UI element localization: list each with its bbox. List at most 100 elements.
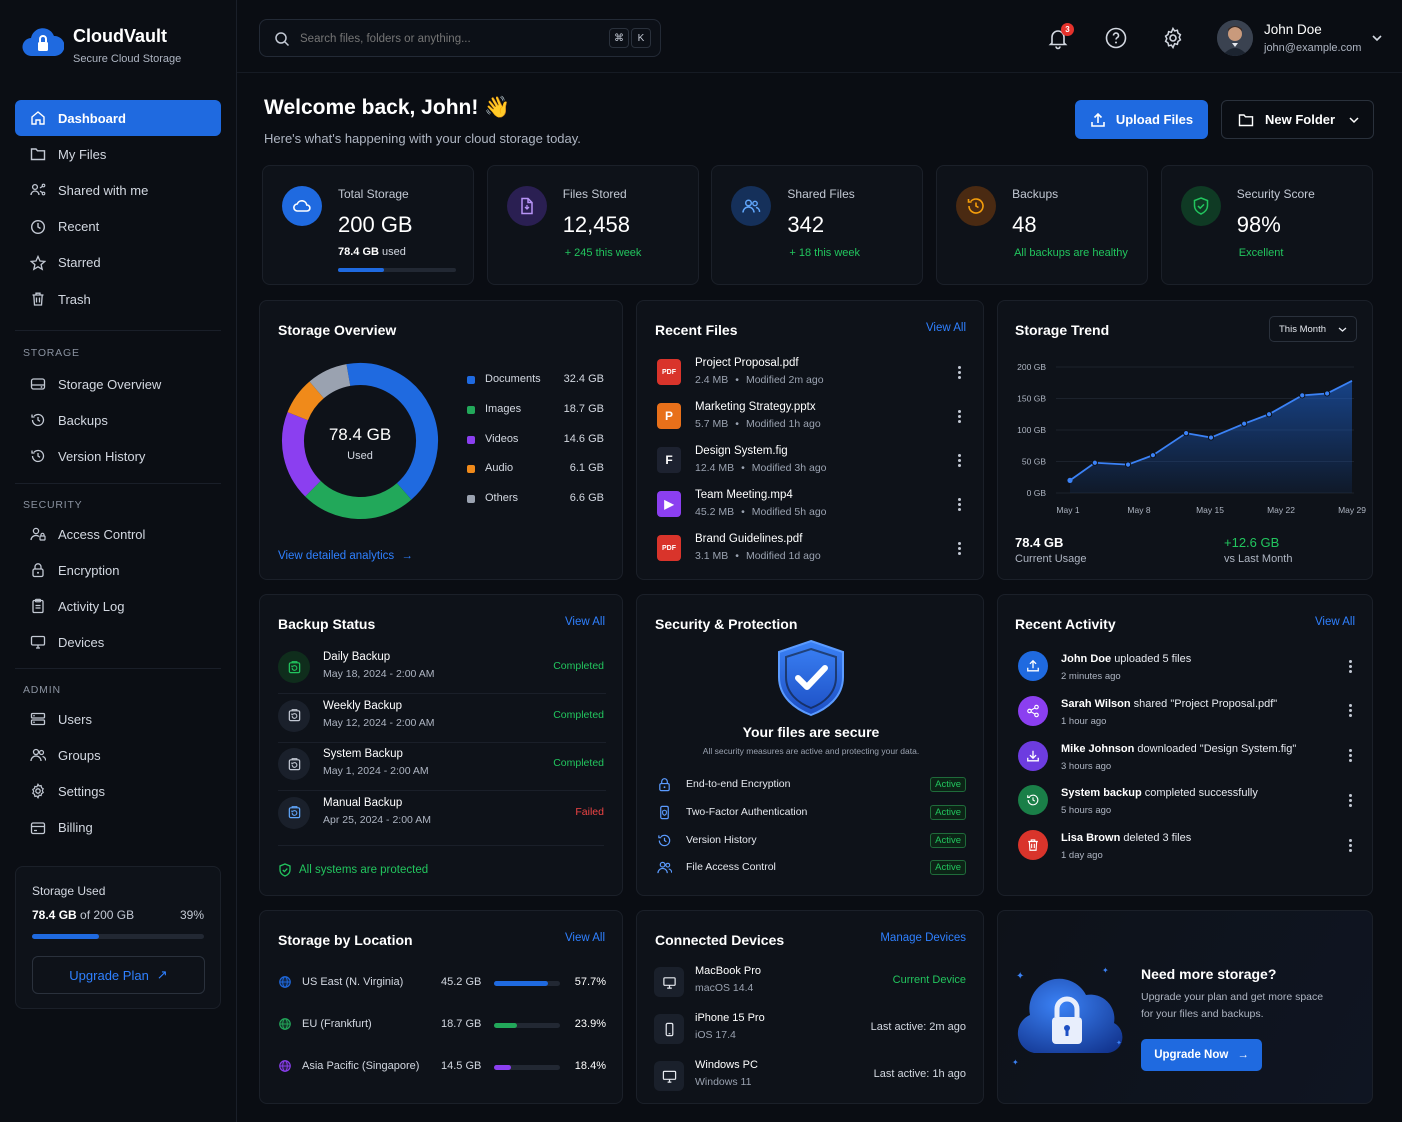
sidebar-item-label: Trash [58,291,91,307]
file-modified: Modified 1d ago [745,550,821,562]
storage-used-card: Storage Used 78.4 GB of 200 GB 39% Upgra… [15,866,221,1009]
trend-point [1124,461,1132,468]
search-input[interactable] [300,29,590,49]
device-row[interactable]: Windows PC Windows 11 Last active: 1h ago [637,1057,985,1097]
activity-row[interactable]: Sarah Wilson shared "Project Proposal.pd… [998,695,1374,732]
recent-file-row[interactable]: PDF Project Proposal.pdf 2.4 MB • Modified 2… [637,357,985,397]
file-size: 2.4 MB [695,374,729,386]
device-icon-wrap [654,967,684,997]
upgrade-now-button[interactable]: Upgrade Now → [1141,1039,1262,1071]
external-arrow-icon: ↗ [156,967,168,982]
sidebar-item-backups[interactable]: Backups [15,402,221,438]
avatar[interactable] [1217,20,1253,56]
pdf-icon: PDF [657,535,681,561]
device-status: Last active: 1h ago [873,1068,966,1080]
sidebar-item-users[interactable]: Users [15,701,221,737]
location-name: Asia Pacific (Singapore) [302,1060,420,1072]
sidebar-item-shared-with-me[interactable]: Shared with me [15,172,221,208]
upgrade-plan-button[interactable]: Upgrade Plan ↗ [32,956,205,994]
promo-text-line2: for your files and backups. [1141,1008,1264,1020]
sidebar-item-devices[interactable]: Devices [15,624,221,660]
manage-devices-link[interactable]: Manage Devices [880,932,966,944]
sidebar-item-groups[interactable]: Groups [15,737,221,773]
backup-row[interactable]: System Backup May 1, 2024 - 2:00 AM Comple… [260,746,624,791]
more-options-icon[interactable] [1343,703,1357,719]
activity-row[interactable]: System backup completed successfully 5 ho… [998,785,1374,821]
legend-label: Documents [485,373,541,385]
sidebar-item-billing[interactable]: Billing [15,810,221,846]
new-folder-button[interactable]: New Folder [1221,100,1374,139]
search-bar[interactable]: ⌘ K [259,19,661,57]
sidebar-item-encryption[interactable]: Encryption [15,552,221,588]
backup-row[interactable]: Manual Backup Apr 25, 2024 - 2:00 AM Faile… [260,795,624,835]
upload-files-label: Upload Files [1115,112,1194,127]
backup-row[interactable]: Daily Backup May 18, 2024 - 2:00 AM Comple… [260,649,624,694]
backup-view-all[interactable]: View All [565,616,605,628]
recent-file-row[interactable]: PDF Brand Guidelines.pdf 3.1 MB • Modified 1… [637,533,985,573]
legend-label: Audio [485,462,514,475]
sidebar-item-label: Storage Overview [58,376,162,392]
activity-action: shared "Project Proposal.pdf" [1133,697,1278,710]
sidebar-item-access-control[interactable]: Access Control [15,516,221,552]
sidebar-item-my-files[interactable]: My Files [15,136,221,172]
backup-name: Daily Backup [323,651,391,663]
gear-icon[interactable] [1161,26,1185,50]
file-name: Design System.fig [695,445,788,457]
sidebar-item-storage-overview[interactable]: Storage Overview [15,366,221,402]
sidebar-item-recent[interactable]: Recent [15,209,221,245]
stat-card-shared-files: Shared Files 342 + 18 this week [711,165,924,285]
page-subtitle: Here's what's happening with your cloud … [264,131,581,146]
legend-swatch [467,376,475,384]
locations-view-all[interactable]: View All [565,932,605,944]
upload-files-button[interactable]: Upload Files [1075,100,1208,139]
backup-icon [278,651,310,683]
upgrade-promo-card: ✦ ✦ ✦ ✦ Need more storage? Upgrade your … [997,910,1373,1104]
activity-row[interactable]: Mike Johnson downloaded "Design System.f… [998,740,1374,777]
more-options-icon[interactable] [952,452,966,468]
trend-point [1207,434,1215,441]
device-row[interactable]: iPhone 15 Pro iOS 17.4 Last active: 2m ago [637,1010,985,1050]
more-options-icon[interactable] [1343,658,1357,674]
device-row[interactable]: MacBook Pro macOS 14.4 Current Device [637,963,985,1003]
activity-row[interactable]: Lisa Brown deleted 3 files 1 day ago [998,830,1374,866]
storage-section-heading: STORAGE [23,347,80,359]
sidebar-item-trash[interactable]: Trash [15,281,221,317]
activity-view-all[interactable]: View All [1315,616,1355,628]
sidebar-item-dashboard[interactable]: Dashboard [15,100,221,136]
sidebar-item-label: Version History [58,448,146,464]
phone-shield-icon [660,805,669,819]
more-options-icon[interactable] [952,408,966,424]
stat-value: 342 [787,212,825,237]
recent-file-row[interactable]: ▶ Team Meeting.mp4 45.2 MB • Modified 5h ago [637,489,985,529]
home-icon [31,111,45,125]
sidebar-item-label: Dashboard [58,110,126,126]
upgrade-plan-label: Upgrade Plan [69,967,149,983]
activity-row[interactable]: John Doe uploaded 5 files 2 minutes ago [998,651,1374,687]
backup-row[interactable]: Weekly Backup May 12, 2024 - 2:00 AM Compl… [260,698,624,743]
more-options-icon[interactable] [952,540,966,556]
recent-file-row[interactable]: P Marketing Strategy.pptx 5.7 MB • Modified … [637,401,985,441]
view-analytics-link[interactable]: View detailed analytics → [278,550,413,562]
stat-label: Shared Files [787,187,855,201]
location-row: EU (Frankfurt) 18.7 GB 23.9% [260,1015,624,1033]
file-size: 5.7 MB [695,418,729,430]
sidebar-item-settings[interactable]: Settings [15,773,221,809]
sidebar-item-version-history[interactable]: Version History [15,438,221,474]
period-select[interactable]: This Month [1269,316,1357,342]
more-options-icon[interactable] [1343,748,1357,764]
current-usage-value: 78.4 GB [1015,535,1064,550]
help-icon[interactable] [1104,26,1128,50]
more-options-icon[interactable] [952,364,966,380]
sidebar-item-starred[interactable]: Starred [15,245,221,281]
recent-file-row[interactable]: F Design System.fig 12.4 MB • Modified 3h ag… [637,445,985,485]
location-percent: 18.4% [574,1060,606,1072]
sidebar-item-label: Encryption [58,562,120,578]
more-options-icon[interactable] [1343,837,1357,853]
more-options-icon[interactable] [952,496,966,512]
sidebar-item-activity-log[interactable]: Activity Log [15,588,221,624]
activity-actor: Mike Johnson [1061,742,1135,755]
brand-tagline: Secure Cloud Storage [73,53,182,65]
recent-files-view-all[interactable]: View All [926,322,966,334]
chevron-down-icon[interactable] [1371,33,1383,43]
more-options-icon[interactable] [1343,792,1357,808]
